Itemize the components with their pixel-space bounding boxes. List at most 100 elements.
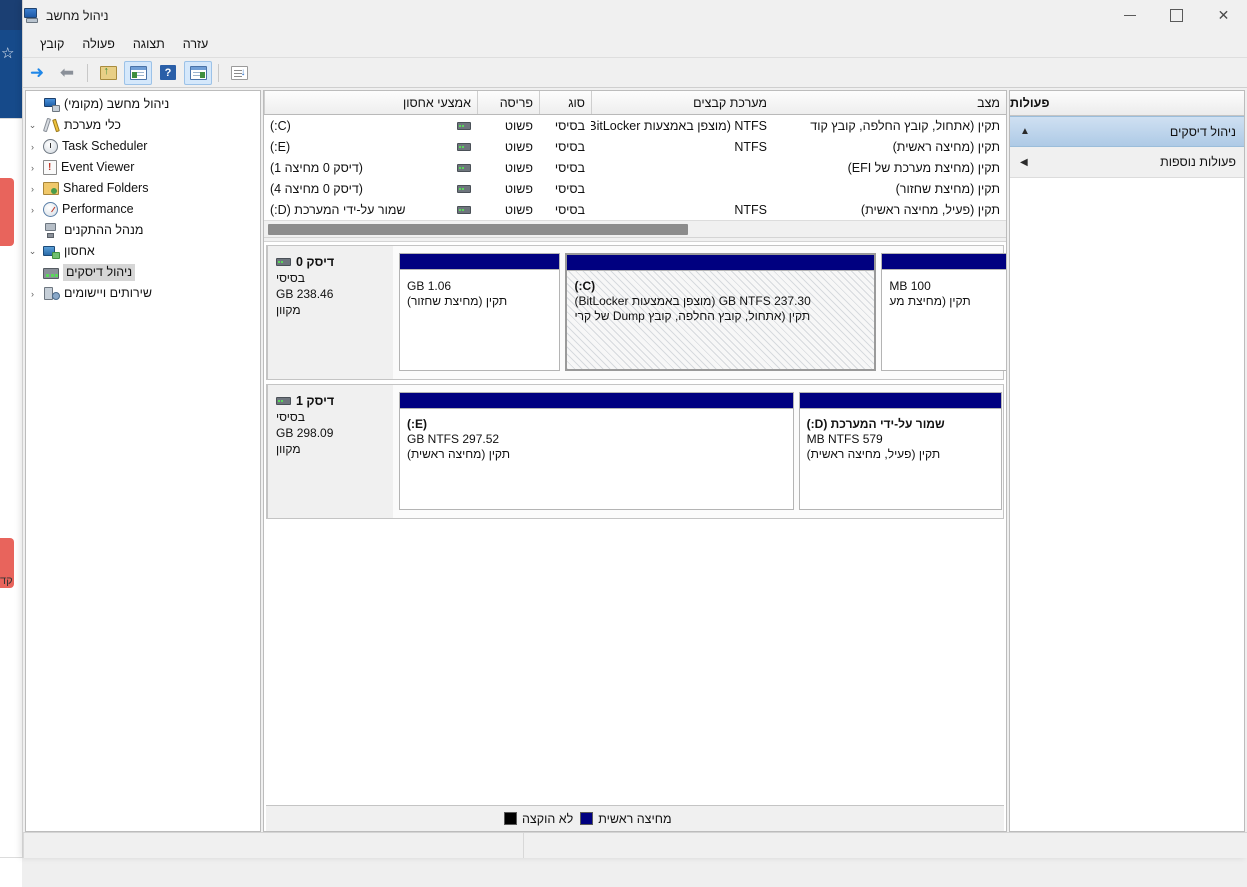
tree-item-label: כלי מערכת (64, 118, 121, 132)
col-layout-header[interactable]: פריסה (477, 91, 539, 114)
volume-cell: (E:) (264, 136, 477, 157)
tree-twisty[interactable]: ⌄ (26, 120, 39, 131)
disk0-partition-efi[interactable]: 100 MB תקין (מחיצת מע (881, 253, 1006, 371)
tree-item-task-scheduler[interactable]: ‹ Task Scheduler (26, 136, 260, 157)
menu-help[interactable]: עזרה (174, 33, 218, 55)
action-pane-icon (189, 65, 207, 80)
tree-item-label: Performance (62, 202, 134, 216)
disk-icon (276, 258, 291, 266)
col-status-header[interactable]: מצב (773, 91, 1006, 114)
action-disk-management[interactable]: ▲ ניהול דיסקים (1010, 116, 1244, 147)
maximize-button[interactable] (1153, 0, 1200, 31)
forward-button[interactable]: ➜ (23, 61, 51, 85)
tree-twisty[interactable]: ‹ (26, 184, 39, 194)
layout-cell: פשוט (504, 202, 533, 217)
status-cell-1 (23, 833, 523, 858)
disk1-partition-d[interactable]: שמור על-ידי המערכת (D:) 579 MB NTFS תקין… (798, 392, 1002, 510)
status-cell: תקין (אתחול, קובץ החלפה, קובץ קוד (810, 118, 1000, 133)
show-hide-action-pane-button[interactable] (184, 60, 212, 85)
scrollbar-thumb[interactable] (268, 224, 688, 235)
tree-twisty[interactable]: ⌄ (26, 246, 39, 257)
minimize-button[interactable] (1106, 0, 1153, 31)
tree-item-label: מנהל ההתקנים (64, 223, 144, 237)
table-row[interactable]: (דיסק 0 מחיצה 1) פשוט בסיסי תקין (מחיצת … (264, 157, 1006, 178)
col-type-header[interactable]: סוג (539, 91, 591, 114)
help-icon: ? (160, 65, 176, 80)
col-filesystem-header[interactable]: מערכת קבצים (591, 91, 773, 114)
services-icon (43, 286, 60, 301)
menu-action[interactable]: פעולה (73, 33, 123, 55)
tree-item-label: שירותים ויישומים (64, 286, 153, 300)
partition-body: (E:) 297.52 GB NTFS תקין (מחיצה ראשית) (400, 409, 793, 509)
disk-info-1[interactable]: דיסק 1 בסיסי 298.09 GB מקוון (267, 385, 393, 518)
computer-icon (43, 97, 60, 112)
partition-status: תקין (אתחול, קובץ החלפה, קובץ Dump של קר… (574, 309, 811, 323)
tree-item-system-tools[interactable]: ⌄ כלי מערכת (26, 115, 260, 136)
disk-info-0[interactable]: דיסק 0 בסיסי 238.46 GB מקוון (267, 246, 393, 379)
up-one-level-button[interactable] (94, 61, 122, 85)
expand-icon[interactable]: ◀ (1020, 157, 1028, 168)
collapse-icon[interactable]: ▲ (1020, 126, 1030, 137)
table-row[interactable]: שמור על-ידי המערכת (D:) פשוט בסיסי NTFS … (264, 199, 1006, 220)
back-button[interactable]: ⬅ (53, 61, 81, 85)
console-tree[interactable]: ניהול מחשב (מקומי) ⌄ כלי מערכת ‹ Task Sc… (25, 90, 261, 832)
partition-status: תקין (פעיל, מחיצה ראשית) (806, 447, 941, 461)
table-row[interactable]: (C:) פשוט בסיסי NTFS (מוצפן באמצעות BitL… (264, 115, 1006, 136)
menu-view[interactable]: תצוגה (124, 33, 174, 55)
volume-list-hscrollbar[interactable] (264, 220, 1006, 237)
filesystem-cell: NTFS (מוצפן באמצעות BitLocker) (591, 118, 767, 133)
toolbar-separator-1 (87, 63, 88, 82)
partition-size: 1.06 GB (407, 279, 452, 293)
menu-file[interactable]: קובץ (31, 33, 73, 55)
close-button[interactable] (1200, 0, 1247, 31)
arrow-left-icon: ⬅ (59, 63, 75, 82)
background-lower-left (0, 858, 22, 887)
volume-list-header: אמצעי אחסון פריסה סוג מערכת קבצים מצב (264, 91, 1006, 115)
tree-twisty[interactable]: ‹ (26, 289, 39, 299)
col-volume-header[interactable]: אמצעי אחסון (264, 91, 477, 114)
type-cell: בסיסי (554, 118, 585, 133)
filesystem-cell (591, 157, 773, 178)
status-cell: תקין (מחיצה ראשית) (892, 139, 1000, 154)
table-row[interactable]: (E:) פשוט בסיסי NTFS תקין (מחיצה ראשית) (264, 136, 1006, 157)
table-row[interactable]: (דיסק 0 מחיצה 4) פשוט בסיסי תקין (מחיצת … (264, 178, 1006, 199)
disk-row-0[interactable]: דיסק 0 בסיסי 238.46 GB מקוון 1.06 GB תקי… (266, 245, 1006, 380)
title-bar: ניהול מחשב (23, 0, 1247, 31)
tree-twisty[interactable]: ‹ (26, 205, 39, 215)
tree-item-performance[interactable]: ‹ Performance (26, 199, 260, 220)
partition-size: 579 MB NTFS (806, 432, 883, 446)
help-button[interactable]: ? (154, 61, 182, 85)
tree-item-services-and-applications[interactable]: ‹ שירותים ויישומים (26, 283, 260, 304)
tree-item-disk-management[interactable]: ניהול דיסקים (26, 262, 260, 283)
disk1-partition-e[interactable]: (E:) 297.52 GB NTFS תקין (מחיצה ראשית) (399, 392, 794, 510)
tree-item-computer-management-local[interactable]: ניהול מחשב (מקומי) (26, 94, 260, 115)
menu-bar: קובץ פעולה תצוגה עזרה (23, 31, 1247, 58)
volume-list-rows: (C:) פשוט בסיסי NTFS (מוצפן באמצעות BitL… (264, 115, 1006, 220)
disk0-partition-c[interactable]: (C:) 237.30 GB NTFS (מוצפן באמצעות BitLo… (565, 253, 877, 371)
tree-item-label: ניהול מחשב (מקומי) (64, 97, 170, 111)
action-label: ניהול דיסקים (1169, 124, 1236, 139)
tree-item-label: Shared Folders (63, 181, 149, 195)
drive-icon (457, 184, 471, 193)
action-more-actions[interactable]: ◀ פעולות נוספות (1010, 147, 1244, 178)
tree-twisty[interactable]: ‹ (26, 163, 39, 173)
disk-management-pane: אמצעי אחסון פריסה סוג מערכת קבצים מצב (C… (263, 90, 1007, 832)
clock-icon (43, 139, 58, 154)
status-cell: תקין (מחיצת מערכת של EFI) (847, 160, 1000, 175)
tree-item-device-manager[interactable]: מנהל ההתקנים (26, 220, 260, 241)
tree-item-event-viewer[interactable]: ‹ Event Viewer (26, 157, 260, 178)
toolbar: ➜ ⬅ ? (23, 58, 1247, 88)
tree-item-shared-folders[interactable]: ‹ Shared Folders (26, 178, 260, 199)
disk-size: 238.46 GB (276, 287, 334, 301)
show-hide-console-tree-button[interactable] (124, 60, 152, 85)
properties-button[interactable] (225, 61, 253, 85)
volume-cell: (דיסק 0 מחיצה 4) (264, 178, 477, 199)
disk-state: מקוון (276, 303, 301, 317)
type-cell: בסיסי (554, 181, 585, 196)
disk-row-1[interactable]: דיסק 1 בסיסי 298.09 GB מקוון (E:) 297.52… (266, 384, 1004, 519)
layout-cell: פשוט (504, 160, 533, 175)
tree-twisty[interactable]: ‹ (26, 142, 39, 152)
disk0-partition-recovery[interactable]: 1.06 GB תקין (מחיצת שחזור) (399, 253, 561, 371)
bookmark-star-icon[interactable]: ☆ (1, 46, 14, 61)
tree-item-storage[interactable]: ⌄ אחסון (26, 241, 260, 262)
